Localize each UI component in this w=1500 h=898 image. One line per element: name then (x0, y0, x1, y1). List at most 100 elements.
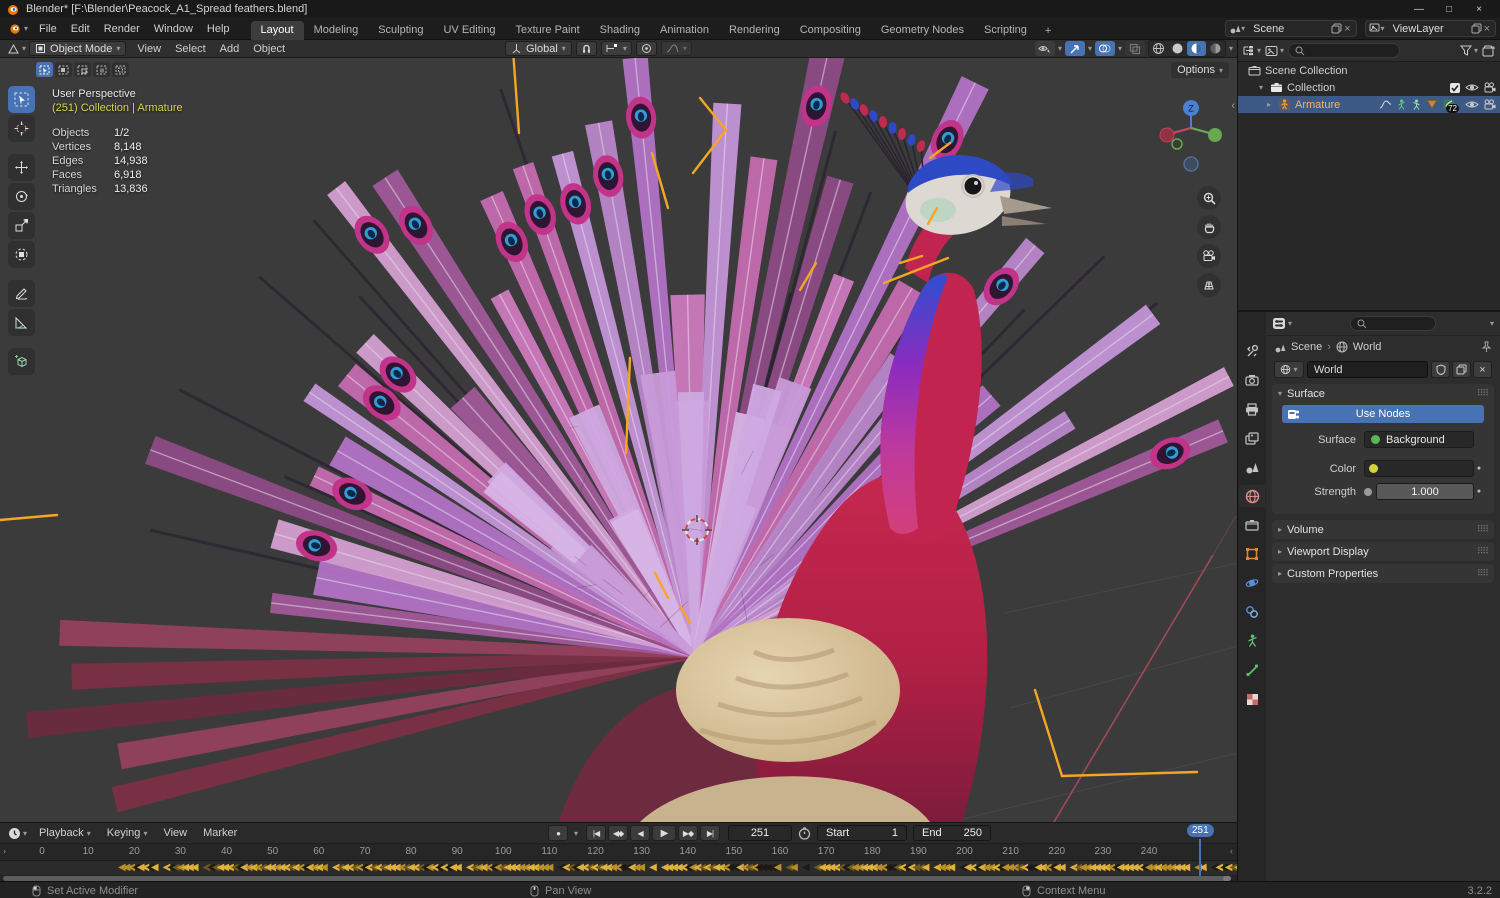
volume-panel-header[interactable]: ▸ Volume ⠿⠿ (1272, 520, 1494, 539)
panel-grip-icon[interactable]: ⠿⠿ (1477, 388, 1489, 399)
tab-viewlayer-properties[interactable] (1239, 427, 1265, 449)
timeline-collapse-icon[interactable]: ‹ (1230, 846, 1233, 856)
surface-value-dropdown[interactable]: Background (1364, 431, 1474, 448)
tab-scene-properties[interactable] (1239, 456, 1265, 478)
timeline-menu-playback[interactable]: Playback ▾ (32, 827, 98, 839)
keyframe-marker[interactable]: ◀ (948, 862, 956, 873)
copy-icon[interactable] (1331, 23, 1342, 34)
editor-type-button[interactable]: ▾ (4, 43, 29, 55)
strength-slider[interactable]: 1.000 (1376, 483, 1474, 500)
keyframe-marker[interactable]: ◀ (790, 862, 798, 873)
copy-icon[interactable] (1471, 23, 1482, 34)
jump-to-end-button[interactable]: ▶| (700, 825, 721, 841)
keyframe-marker[interactable]: ◀ (191, 862, 199, 873)
snap-toggle[interactable] (575, 41, 597, 56)
tab-sculpting[interactable]: Sculpting (368, 21, 433, 40)
keyframe-band[interactable]: ◀◀◀◀◀◀◀◀ ◀◀◀◀◀◀◀ ◀◀◀◀◀◀◀◀◀◀◀◀◀◀◀◀◀◀◀◀◀◀◀◀◀… (0, 861, 1237, 875)
viewlayer-selector[interactable]: ▾ ViewLayer × (1364, 20, 1496, 37)
tab-collection-properties[interactable] (1239, 514, 1265, 536)
play-button[interactable]: ▶ (652, 825, 677, 841)
outliner-row-collection[interactable]: ▾ Collection (1238, 79, 1500, 96)
camera-view-button[interactable] (1197, 244, 1221, 268)
surface-panel-header[interactable]: ▾ Surface ⠿⠿ (1272, 384, 1494, 403)
hide-eye-icon[interactable] (1465, 82, 1479, 93)
tab-animation[interactable]: Animation (650, 21, 719, 40)
annotate-tool[interactable] (8, 280, 35, 307)
transform-tool[interactable] (8, 241, 35, 268)
outliner-row-armature[interactable]: ▸ Armature 72 (1238, 96, 1500, 113)
panel-grip-icon[interactable]: ⠿⠿ (1477, 524, 1489, 535)
navigation-gizmo[interactable]: Z (1159, 98, 1223, 182)
keyframe-marker[interactable]: ◀ (1178, 862, 1186, 873)
add-cube-tool[interactable] (8, 348, 35, 375)
scene-selector[interactable]: ▾ Scene × (1225, 20, 1357, 37)
select-mode-extend[interactable] (55, 62, 72, 77)
timeline-editor-type-button[interactable]: ▾ (5, 827, 30, 840)
tab-render-properties[interactable] (1239, 369, 1265, 391)
mode-dropdown[interactable]: Object Mode ▾ (29, 41, 127, 56)
use-nodes-button[interactable]: Use Nodes (1282, 405, 1484, 423)
menu-file[interactable]: File (32, 21, 64, 37)
tab-texture-paint[interactable]: Texture Paint (505, 21, 589, 40)
select-mode-invert[interactable] (93, 62, 110, 77)
timeline-menu-view[interactable]: View (156, 827, 194, 839)
shading-rendered-button[interactable] (1206, 41, 1225, 56)
keyframe-marker[interactable]: ◀ (320, 862, 328, 873)
outliner-row-scene-collection[interactable]: Scene Collection (1238, 62, 1500, 79)
menu-window[interactable]: Window (147, 21, 200, 37)
maximize-button[interactable]: □ (1434, 0, 1464, 18)
end-frame-field[interactable]: End 250 (913, 825, 991, 841)
channel-expand-icon[interactable]: › (3, 846, 6, 856)
tab-world-properties[interactable] (1239, 485, 1265, 507)
tab-layout[interactable]: Layout (250, 20, 304, 40)
tab-shading[interactable]: Shading (590, 21, 650, 40)
render-visibility-camera-icon[interactable] (1483, 99, 1496, 110)
keyframe-marker[interactable]: ◀ (769, 862, 777, 873)
keyframe-marker[interactable]: ◀ (922, 862, 930, 873)
shading-wireframe-button[interactable] (1149, 41, 1168, 56)
tab-tool-properties[interactable] (1239, 340, 1265, 362)
tab-geometry-nodes[interactable]: Geometry Nodes (871, 21, 974, 40)
current-frame-field[interactable]: 251 (728, 825, 792, 841)
3d-viewport[interactable]: User Perspective (251) Collection | Arma… (0, 58, 1237, 822)
viewport-display-panel-header[interactable]: ▸ Viewport Display ⠿⠿ (1272, 542, 1494, 561)
falloff-dropdown[interactable]: ▾ (660, 41, 692, 56)
keyframe-marker[interactable]: ◀ (1058, 862, 1066, 873)
tab-compositing[interactable]: Compositing (790, 21, 871, 40)
snapping-dropdown[interactable]: ▾ (600, 41, 632, 56)
panel-grip-icon[interactable]: ⠿⠿ (1477, 568, 1489, 579)
tab-scripting[interactable]: Scripting (974, 21, 1037, 40)
menu-help[interactable]: Help (200, 21, 237, 37)
select-mode-subtract[interactable] (74, 62, 91, 77)
tab-rendering[interactable]: Rendering (719, 21, 790, 40)
custom-properties-panel-header[interactable]: ▸ Custom Properties ⠿⠿ (1272, 564, 1494, 583)
keyframe-marker[interactable]: ◀ (943, 862, 951, 873)
gizmos-toggle[interactable] (1064, 41, 1085, 56)
keyframe-marker[interactable]: ◀ (546, 862, 554, 873)
keyframe-marker[interactable]: ◀ (1234, 862, 1237, 873)
viewport-menu-view[interactable]: View (130, 43, 168, 55)
animate-strength-dot[interactable]: ● (1474, 488, 1484, 495)
tab-object-data-properties[interactable] (1239, 630, 1265, 652)
tab-physics-properties[interactable] (1239, 572, 1265, 594)
options-dropdown[interactable]: Options ▾ (1171, 62, 1229, 78)
world-browse-button[interactable]: ▾ (1274, 361, 1304, 378)
minimize-button[interactable]: — (1404, 0, 1434, 18)
next-keyframe-button[interactable]: ▶◆ (678, 825, 699, 841)
keyframe-marker[interactable]: ◀ (802, 862, 810, 873)
world-name-field[interactable]: World (1307, 361, 1428, 378)
outliner-filter-button[interactable]: ▾ (1459, 45, 1478, 56)
play-reverse-button[interactable]: ◀ (630, 825, 651, 841)
region-collapse-icon[interactable]: ‹ (1231, 100, 1235, 112)
previous-keyframe-button[interactable]: ◀◆ (608, 825, 629, 841)
remove-viewlayer-icon[interactable]: × (1482, 23, 1492, 35)
select-box-tool[interactable] (8, 86, 35, 113)
tab-texture-properties[interactable] (1239, 688, 1265, 710)
playhead[interactable]: 251 (1187, 824, 1214, 876)
tab-output-properties[interactable] (1239, 398, 1265, 420)
xray-toggle[interactable] (1124, 41, 1145, 56)
render-visibility-camera-icon[interactable] (1483, 82, 1496, 93)
viewport-menu-object[interactable]: Object (246, 43, 292, 55)
keyframe-marker[interactable]: ◀ (454, 862, 462, 873)
transform-orientation-dropdown[interactable]: Global ▾ (505, 41, 572, 56)
